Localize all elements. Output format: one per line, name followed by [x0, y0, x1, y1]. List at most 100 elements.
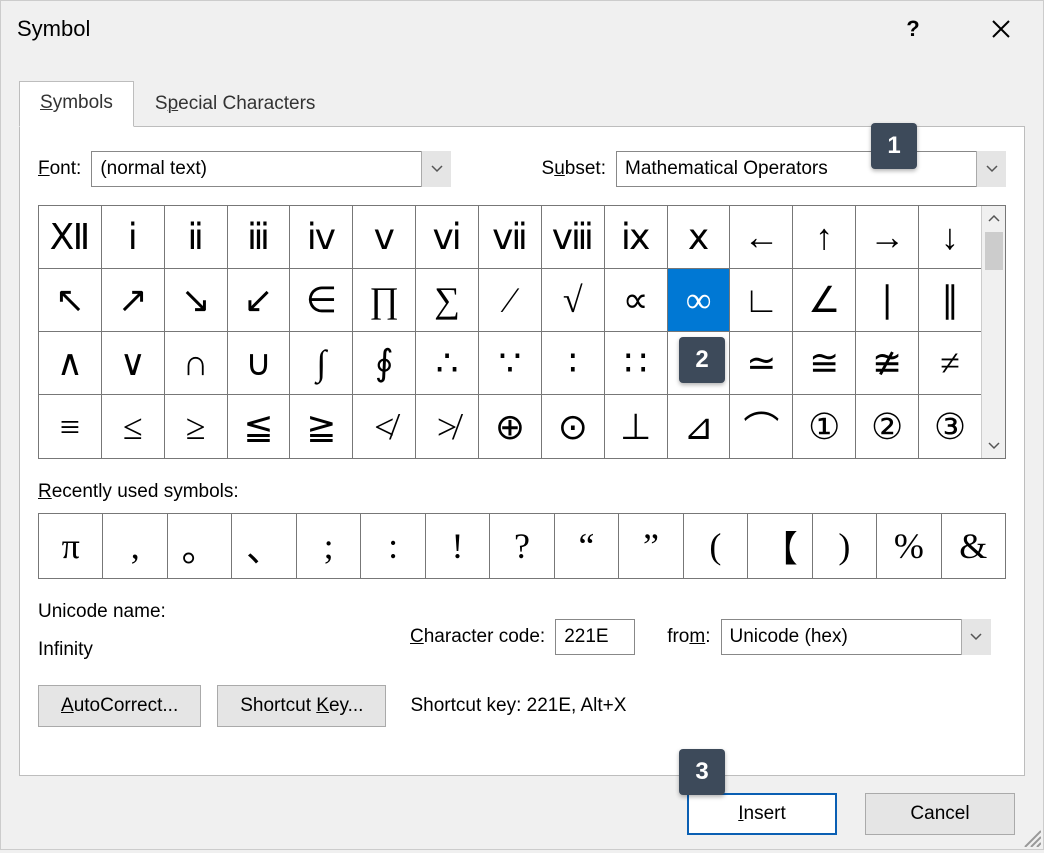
- symbol-cell[interactable]: ②: [856, 395, 919, 458]
- font-combo[interactable]: [91, 151, 451, 187]
- subset-input[interactable]: [616, 151, 1006, 187]
- recent-symbol-cell[interactable]: ): [813, 514, 877, 578]
- symbol-cell[interactable]: ∴: [416, 332, 479, 395]
- font-input[interactable]: [91, 151, 451, 187]
- autocorrect-button[interactable]: AutoCorrect...: [38, 685, 201, 727]
- scroll-track[interactable]: [982, 272, 1005, 434]
- symbol-cell[interactable]: ↖: [39, 269, 102, 332]
- recent-symbol-cell[interactable]: :: [361, 514, 425, 578]
- symbol-cell[interactable]: ≃: [730, 332, 793, 395]
- from-input[interactable]: [721, 619, 991, 655]
- close-icon[interactable]: [977, 5, 1025, 53]
- symbol-cell[interactable]: ≦: [228, 395, 291, 458]
- symbol-cell[interactable]: ∑: [416, 269, 479, 332]
- symbol-cell[interactable]: ⌒: [730, 395, 793, 458]
- symbol-cell[interactable]: ≥: [165, 395, 228, 458]
- symbol-cell[interactable]: ⅹ: [668, 206, 731, 269]
- symbol-cell[interactable]: ⅷ: [542, 206, 605, 269]
- symbol-cell[interactable]: ∪: [228, 332, 291, 395]
- symbol-cell[interactable]: ↑: [793, 206, 856, 269]
- symbol-cell[interactable]: ⊥: [605, 395, 668, 458]
- tab-special-characters[interactable]: Special Characters: [134, 82, 337, 127]
- symbol-cell[interactable]: ↘: [165, 269, 228, 332]
- recent-symbol-cell[interactable]: π: [39, 514, 103, 578]
- symbol-cell[interactable]: ⊕: [479, 395, 542, 458]
- symbol-cell[interactable]: ≇: [856, 332, 919, 395]
- symbol-cell[interactable]: ⅸ: [605, 206, 668, 269]
- symbol-cell[interactable]: ≮: [353, 395, 416, 458]
- symbol-grid[interactable]: Ⅻⅰⅱⅲⅳⅴⅵⅶⅷⅸⅹ←↑→↓ ↖↗↘↙∈∏∑∕√∝∞∟∠∣∥ ∧∨∩∪∫∮∴∵∶∷…: [39, 206, 981, 458]
- symbol-cell[interactable]: ≧: [290, 395, 353, 458]
- recent-symbol-cell[interactable]: !: [426, 514, 490, 578]
- symbol-cell[interactable]: ∥: [919, 269, 981, 332]
- symbol-cell[interactable]: ≠: [919, 332, 981, 395]
- symbol-cell[interactable]: ∣: [856, 269, 919, 332]
- symbol-cell[interactable]: ∕: [479, 269, 542, 332]
- symbol-cell[interactable]: ∠: [793, 269, 856, 332]
- symbol-cell[interactable]: ③: [919, 395, 981, 458]
- recent-symbol-cell[interactable]: ,: [103, 514, 167, 578]
- resize-grip-icon[interactable]: [1021, 827, 1041, 847]
- tab-symbols[interactable]: Symbols: [19, 81, 134, 127]
- symbol-cell[interactable]: ∞: [668, 269, 731, 332]
- symbol-cell[interactable]: →: [856, 206, 919, 269]
- symbol-cell[interactable]: ←: [730, 206, 793, 269]
- symbol-cell[interactable]: ≡: [39, 395, 102, 458]
- scroll-down-icon[interactable]: [982, 434, 1005, 458]
- chevron-down-icon[interactable]: [976, 151, 1006, 187]
- recent-grid[interactable]: π,。、;:!?“”(【)%&: [38, 513, 1006, 579]
- symbol-cell[interactable]: ⊿: [668, 395, 731, 458]
- symbol-cell[interactable]: ∏: [353, 269, 416, 332]
- symbol-cell[interactable]: ∈: [290, 269, 353, 332]
- symbol-cell[interactable]: ∨: [102, 332, 165, 395]
- symbol-cell[interactable]: ⊙: [542, 395, 605, 458]
- symbol-cell[interactable]: ⅲ: [228, 206, 291, 269]
- symbol-cell[interactable]: ≤: [102, 395, 165, 458]
- cancel-button[interactable]: Cancel: [865, 793, 1015, 835]
- scroll-thumb[interactable]: [985, 232, 1003, 270]
- symbol-cell[interactable]: ⅴ: [353, 206, 416, 269]
- chevron-down-icon[interactable]: [421, 151, 451, 187]
- symbol-cell[interactable]: ∶: [542, 332, 605, 395]
- recent-symbol-cell[interactable]: “: [555, 514, 619, 578]
- insert-button[interactable]: Insert: [687, 793, 837, 835]
- symbol-cell[interactable]: ∫: [290, 332, 353, 395]
- symbol-cell[interactable]: ⅱ: [165, 206, 228, 269]
- symbol-cell[interactable]: ≅: [793, 332, 856, 395]
- symbol-cell[interactable]: ⅶ: [479, 206, 542, 269]
- recent-symbol-cell[interactable]: ”: [619, 514, 683, 578]
- recent-symbol-cell[interactable]: 。: [168, 514, 232, 578]
- symbol-cell[interactable]: ↙: [228, 269, 291, 332]
- recent-symbol-cell[interactable]: 【: [748, 514, 812, 578]
- scrollbar[interactable]: [981, 206, 1005, 458]
- scroll-up-icon[interactable]: [982, 206, 1005, 230]
- symbol-cell[interactable]: ∵: [479, 332, 542, 395]
- symbol-cell[interactable]: ↓: [919, 206, 981, 269]
- symbol-cell[interactable]: ⅳ: [290, 206, 353, 269]
- symbol-cell[interactable]: Ⅻ: [39, 206, 102, 269]
- recent-symbol-cell[interactable]: ;: [297, 514, 361, 578]
- symbol-cell[interactable]: ∝: [605, 269, 668, 332]
- help-icon[interactable]: ?: [889, 5, 937, 53]
- symbol-cell[interactable]: ∟: [730, 269, 793, 332]
- recent-symbol-cell[interactable]: %: [877, 514, 941, 578]
- subset-combo[interactable]: [616, 151, 1006, 187]
- char-code-input[interactable]: [555, 619, 635, 655]
- symbol-cell[interactable]: ≯: [416, 395, 479, 458]
- from-combo[interactable]: [721, 619, 991, 655]
- symbol-cell[interactable]: ⅰ: [102, 206, 165, 269]
- symbol-cell[interactable]: ↗: [102, 269, 165, 332]
- chevron-down-icon[interactable]: [961, 619, 991, 655]
- recent-symbol-cell[interactable]: &: [942, 514, 1005, 578]
- symbol-cell[interactable]: ①: [793, 395, 856, 458]
- symbol-cell[interactable]: ∩: [165, 332, 228, 395]
- symbol-cell[interactable]: ∧: [39, 332, 102, 395]
- shortcut-key-button[interactable]: Shortcut Key...: [217, 685, 386, 727]
- symbol-cell[interactable]: ∷: [605, 332, 668, 395]
- recent-symbol-cell[interactable]: ?: [490, 514, 554, 578]
- symbol-cell[interactable]: ⅵ: [416, 206, 479, 269]
- recent-symbol-cell[interactable]: (: [684, 514, 748, 578]
- symbol-cell[interactable]: √: [542, 269, 605, 332]
- recent-symbol-cell[interactable]: 、: [232, 514, 296, 578]
- symbol-cell[interactable]: ∮: [353, 332, 416, 395]
